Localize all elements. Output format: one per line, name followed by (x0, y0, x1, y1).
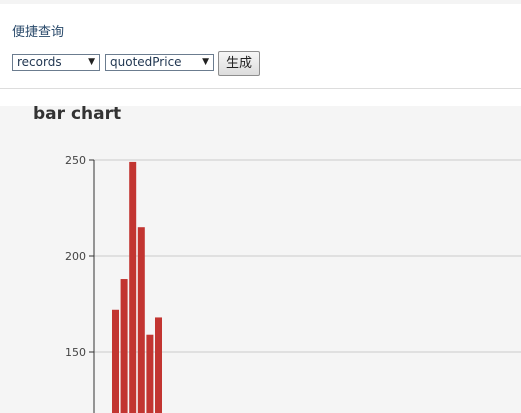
bar[interactable] (146, 334, 154, 413)
bar[interactable] (129, 161, 137, 413)
y-tick-label: 150 (65, 346, 86, 359)
bar[interactable] (112, 309, 119, 413)
page: 便捷查询 records ▼ quotedPrice ▼ 生成 bar char… (0, 0, 521, 413)
bar[interactable] (120, 279, 128, 413)
y-tick-label: 200 (65, 250, 86, 263)
bar[interactable] (137, 227, 145, 413)
bar-chart: 150 200 250 (65, 154, 521, 413)
y-tick-label: 250 (65, 154, 86, 167)
bar[interactable] (155, 317, 162, 413)
